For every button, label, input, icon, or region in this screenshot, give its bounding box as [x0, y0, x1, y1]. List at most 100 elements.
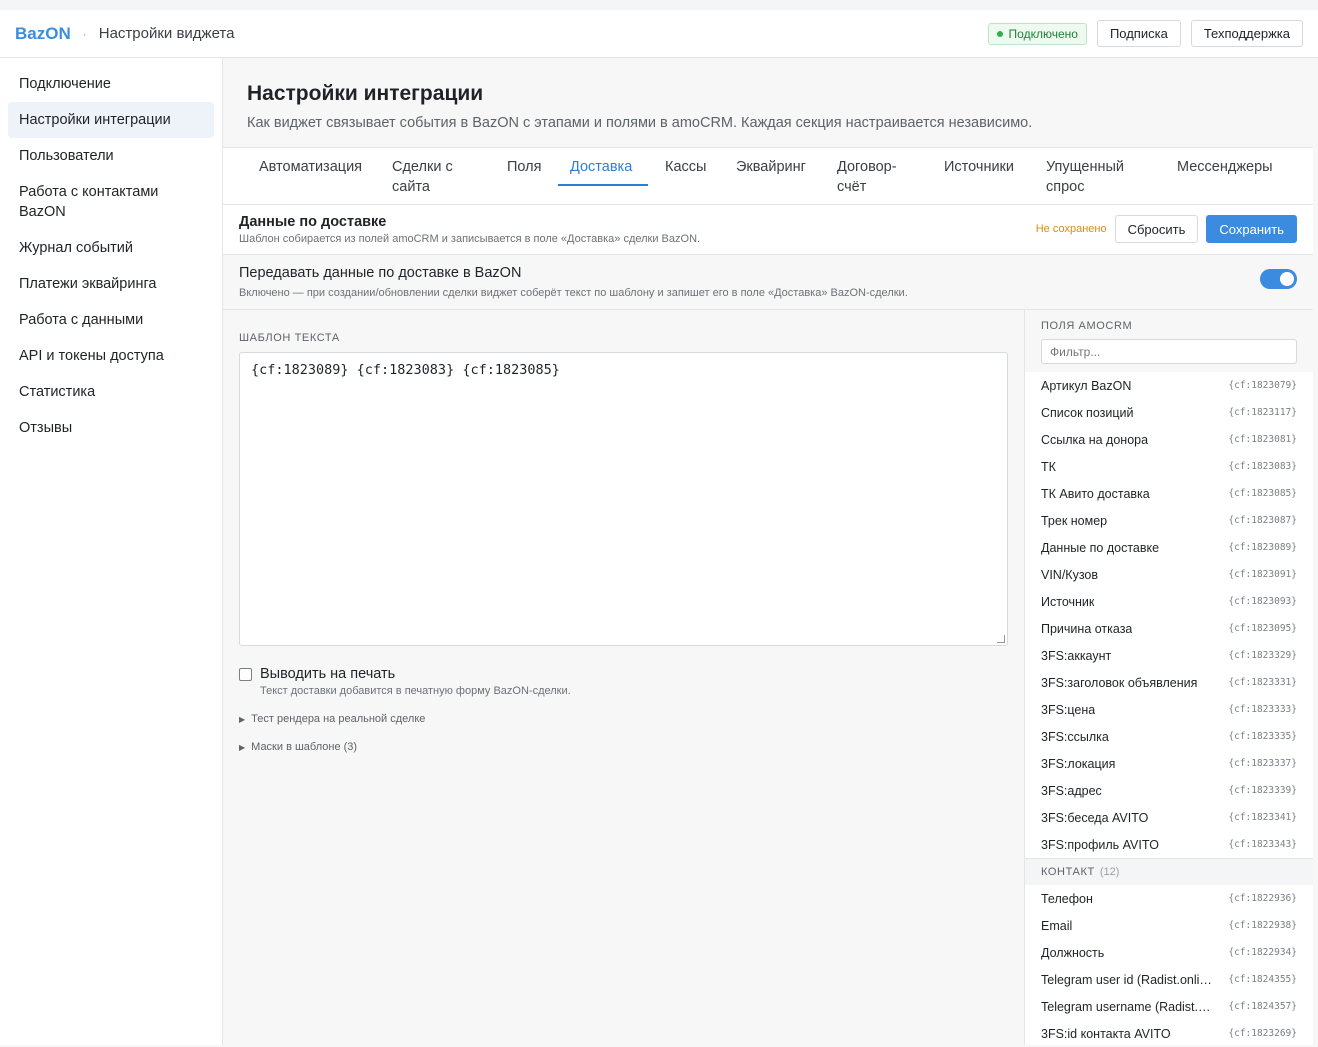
template-textarea[interactable]: {cf:1823089} {cf:1823083} {cf:1823085} — [239, 352, 1008, 646]
field-code: {cf:1823083} — [1228, 461, 1297, 472]
field-row[interactable]: Трек номер {cf:1823087} — [1025, 507, 1313, 534]
field-name: Список позиций — [1041, 405, 1134, 420]
page-title: Настройки интеграции — [247, 82, 484, 105]
details-masks-label: Маски в шаблоне (3) — [251, 741, 358, 753]
contact-fields-list: Телефон {cf:1822936} Email {cf:1822938} До… — [1025, 885, 1313, 1047]
field-code: {cf:1823091} — [1228, 569, 1297, 580]
field-code: {cf:1823269} — [1228, 1028, 1297, 1039]
field-name: Артикул BazON — [1041, 378, 1132, 393]
field-row[interactable]: Телефон {cf:1822936} — [1025, 885, 1313, 912]
tab-contract-invoice[interactable]: Договор-счёт — [837, 157, 917, 197]
field-row[interactable]: 3FS:аккаунт {cf:1823329} — [1025, 642, 1313, 669]
field-row[interactable]: Список позиций {cf:1823117} — [1025, 399, 1313, 426]
tab-delivery[interactable]: Доставка — [570, 157, 650, 177]
field-row[interactable]: Данные по доставке {cf:1823089} — [1025, 534, 1313, 561]
field-code: {cf:1823085} — [1228, 488, 1297, 499]
field-code: {cf:1822938} — [1228, 920, 1297, 931]
field-code: {cf:1823335} — [1228, 731, 1297, 742]
field-row[interactable]: ТК {cf:1823083} — [1025, 453, 1313, 480]
tab-lost-demand[interactable]: Упущенный спрос — [1046, 157, 1146, 197]
field-row[interactable]: VIN/Кузов {cf:1823091} — [1025, 561, 1313, 588]
tab-sources[interactable]: Источники — [944, 157, 1034, 177]
sidebar-item-reviews[interactable]: Отзывы — [8, 410, 214, 446]
field-code: {cf:1823339} — [1228, 785, 1297, 796]
sidebar-item-connection[interactable]: Подключение — [8, 66, 214, 102]
field-row[interactable]: 3FS:адрес {cf:1823339} — [1025, 777, 1313, 804]
field-row[interactable]: 3FS:профиль AVITO {cf:1823343} — [1025, 831, 1313, 858]
tab-site-deals[interactable]: Сделки с сайта — [392, 157, 482, 197]
field-name: Telegram username (Radist.online) — [1041, 999, 1213, 1014]
sidebar-item-users[interactable]: Пользователи — [8, 138, 214, 174]
field-row[interactable]: 3FS:цена {cf:1823333} — [1025, 696, 1313, 723]
tab-automation[interactable]: Автоматизация — [259, 157, 379, 177]
reset-button[interactable]: Сбросить — [1114, 215, 1199, 243]
field-code: {cf:1823079} — [1228, 380, 1297, 391]
field-row[interactable]: 3FS:локация {cf:1823337} — [1025, 750, 1313, 777]
transfer-toggle[interactable] — [1260, 269, 1297, 289]
field-row[interactable]: Причина отказа {cf:1823095} — [1025, 615, 1313, 642]
print-label[interactable]: Выводить на печать — [260, 666, 395, 682]
field-row[interactable]: Telegram user id (Radist.online) {cf:1824… — [1025, 966, 1313, 993]
field-name: Telegram user id (Radist.online) — [1041, 972, 1213, 987]
field-row[interactable]: 3FS:заголовок объявления {cf:1823331} — [1025, 669, 1313, 696]
fields-panel-title: ПОЛЯ AMOCRM — [1041, 320, 1133, 332]
tab-bar: Автоматизация Сделки с сайта Поля Достав… — [223, 147, 1313, 205]
field-code: {cf:1822934} — [1228, 947, 1297, 958]
resize-handle-icon[interactable] — [997, 635, 1005, 643]
details-masks[interactable]: ▶ Маски в шаблоне (3) — [239, 741, 1008, 753]
sidebar-item-integration-settings[interactable]: Настройки интеграции — [8, 102, 214, 138]
field-name: Email — [1041, 918, 1073, 933]
tab-fields[interactable]: Поля — [507, 157, 557, 177]
field-code: {cf:1823341} — [1228, 812, 1297, 823]
subscription-button[interactable]: Подписка — [1096, 20, 1181, 47]
top-bar: BazON · Настройки виджета Подключено Под… — [0, 0, 1318, 58]
contact-group-header: КОНТАКТ (12) — [1025, 858, 1313, 885]
status-badge: Подключено — [987, 22, 1087, 45]
section-header: Данные по доставке Шаблон собирается из … — [223, 205, 1313, 255]
template-editor: ШАБЛОН ТЕКСТА {cf:1823089} {cf:1823083} … — [223, 310, 1024, 1045]
sidebar-item-api-tokens[interactable]: API и токены доступа — [8, 338, 214, 374]
tab-acquiring[interactable]: Эквайринг — [736, 157, 821, 177]
field-row[interactable]: ТК Авито доставка {cf:1823085} — [1025, 480, 1313, 507]
tab-messengers[interactable]: Мессенджеры — [1177, 157, 1287, 177]
brand-logo[interactable]: BazON — [15, 24, 71, 44]
sidebar-item-statistics[interactable]: Статистика — [8, 374, 214, 410]
print-checkbox[interactable] — [239, 667, 252, 681]
field-code: {cf:1823329} — [1228, 650, 1297, 661]
field-code: {cf:1822936} — [1228, 893, 1297, 904]
field-name: Причина отказа — [1041, 621, 1133, 636]
sidebar-item-data[interactable]: Работа с данными — [8, 302, 214, 338]
field-row[interactable]: Ссылка на донора {cf:1823081} — [1025, 426, 1313, 453]
support-button[interactable]: Техподдержка — [1190, 20, 1303, 47]
fields-filter-input[interactable] — [1041, 339, 1297, 364]
save-button[interactable]: Сохранить — [1206, 215, 1297, 243]
template-value: {cf:1823089} {cf:1823083} {cf:1823085} — [251, 362, 560, 378]
sidebar-item-acquiring-payments[interactable]: Платежи эквайринга — [8, 266, 214, 302]
status-dot-icon — [996, 30, 1003, 37]
field-name: Должность — [1041, 945, 1105, 960]
sidebar-item-event-log[interactable]: Журнал событий — [8, 230, 214, 266]
tab-cash-registers[interactable]: Кассы — [665, 157, 725, 177]
field-code: {cf:1823087} — [1228, 515, 1297, 526]
field-row[interactable]: Должность {cf:1822934} — [1025, 939, 1313, 966]
field-name: ТК — [1041, 459, 1056, 474]
field-row[interactable]: Telegram username (Radist.online) {cf:182… — [1025, 993, 1313, 1020]
field-code: {cf:1823333} — [1228, 704, 1297, 715]
field-row[interactable]: Email {cf:1822938} — [1025, 912, 1313, 939]
triangle-right-icon: ▶ — [239, 714, 246, 724]
details-render-test[interactable]: ▶ Тест рендера на реальной сделке — [239, 713, 1008, 725]
field-row[interactable]: Артикул BazON {cf:1823079} — [1025, 372, 1313, 399]
sidebar-item-contacts[interactable]: Работа с контактами BazON — [8, 174, 214, 230]
field-name: 3FS:цена — [1041, 702, 1096, 717]
field-row[interactable]: Источник {cf:1823093} — [1025, 588, 1313, 615]
field-name: Трек номер — [1041, 513, 1108, 528]
field-row[interactable]: 3FS:беседа AVITO {cf:1823341} — [1025, 804, 1313, 831]
field-name: VIN/Кузов — [1041, 567, 1099, 582]
section-actions: Не сохранено Сбросить Сохранить — [1036, 215, 1297, 243]
field-row[interactable]: 3FS:ссылка {cf:1823335} — [1025, 723, 1313, 750]
transfer-toggle-row: Передавать данные по доставке в BazON Вк… — [223, 255, 1313, 310]
field-row[interactable]: 3FS:id контакта AVITO {cf:1823269} — [1025, 1020, 1313, 1047]
field-name: 3FS:ссылка — [1041, 729, 1109, 744]
field-code: {cf:1823337} — [1228, 758, 1297, 769]
page-name: Настройки виджета — [98, 25, 235, 42]
